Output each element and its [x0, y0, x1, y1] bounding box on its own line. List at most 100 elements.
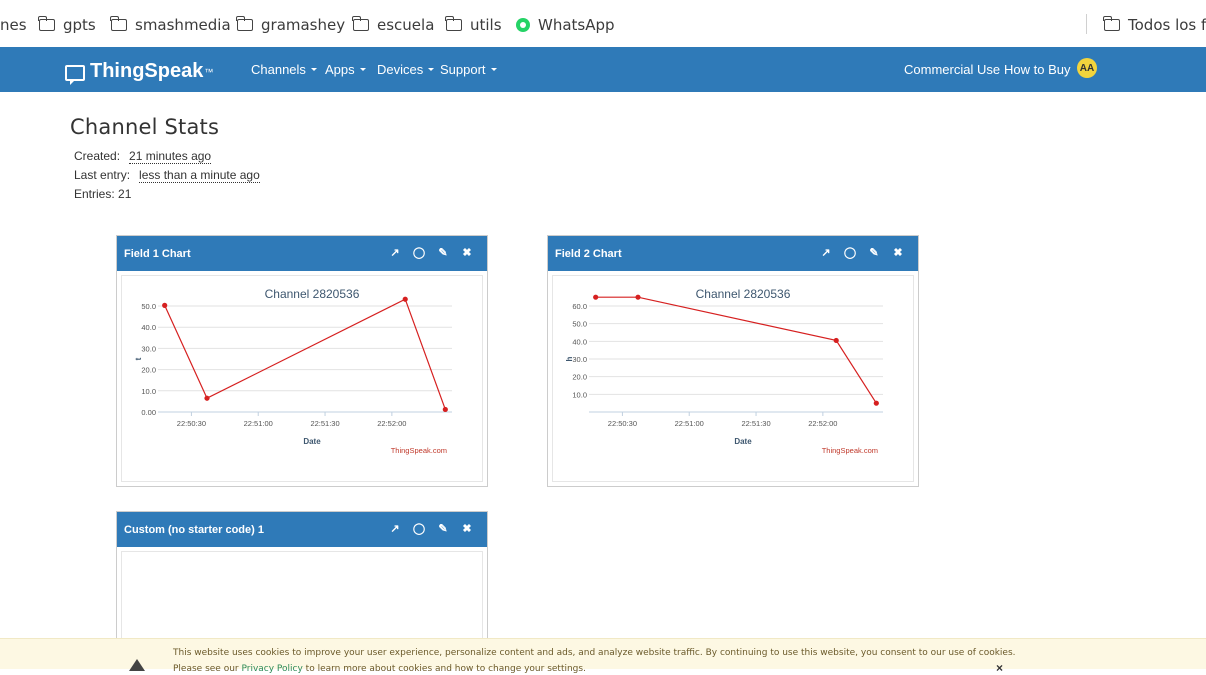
data-point [833, 337, 839, 344]
data-point [593, 294, 599, 300]
caret-down-icon [359, 68, 366, 72]
close-icon[interactable]: ✖ [461, 522, 473, 535]
y-tick-label: 20.0 [572, 373, 587, 382]
user-avatar[interactable]: AA [1077, 58, 1097, 78]
stat-last-entry: Last entry: less than a minute ago [74, 168, 260, 183]
y-tick-label: 30.0 [572, 355, 587, 364]
x-tick-label: 22:51:00 [675, 419, 704, 428]
external-link-icon[interactable]: ↗ [389, 522, 401, 535]
bookmark-gpts[interactable]: gpts [38, 15, 96, 35]
trademark-mark: ™ [204, 66, 214, 77]
chart-title: Channel 2820536 [265, 287, 360, 301]
nav-commercial-use[interactable]: Commercial Use [904, 62, 1000, 77]
folder-icon [352, 16, 369, 31]
bookmark-gramashey[interactable]: gramashey [236, 15, 346, 35]
panel-actions: ↗ ◯ ✎ ✖ [820, 246, 904, 259]
panel-header: Field 2 Chart ↗ ◯ ✎ ✖ [548, 236, 918, 271]
folder-icon [236, 16, 253, 31]
bookmark-label: smashmedia [135, 16, 231, 34]
comment-icon[interactable]: ◯ [413, 246, 425, 259]
nav-devices[interactable]: Devices [377, 62, 435, 77]
bookmark-label: escuela [377, 16, 435, 34]
caret-down-icon [490, 68, 497, 72]
folder-icon [38, 16, 55, 31]
data-point [873, 400, 879, 406]
bookmark-label: gramashey [261, 16, 346, 34]
x-axis-label: Date [303, 437, 321, 446]
privacy-policy-link[interactable]: Privacy Policy [241, 664, 302, 674]
cookie-text-before: Please see our [173, 664, 242, 674]
nav-apps-label: Apps [325, 62, 355, 77]
y-tick-label: 20.0 [141, 366, 156, 375]
chart-container: Channel 2820536 0.00 10.0 20.0 30.0 40.0 50.0 2… [121, 275, 483, 482]
bookmark-smashmedia[interactable]: smashmedia [110, 15, 231, 35]
pencil-icon[interactable]: ✎ [437, 246, 449, 259]
bookmark-cut[interactable]: nes [0, 15, 27, 35]
panel-header: Custom (no starter code) 1 ↗ ◯ ✎ ✖ [117, 512, 487, 547]
bookmark-escuela[interactable]: escuela [352, 15, 435, 35]
close-icon[interactable]: ✖ [892, 246, 904, 259]
caret-down-icon [428, 68, 435, 72]
stat-created: Created: 21 minutes ago [74, 149, 212, 164]
external-link-icon[interactable]: ↗ [389, 246, 401, 259]
stat-created-value: 21 minutes ago [129, 149, 212, 164]
pencil-icon[interactable]: ✎ [868, 246, 880, 259]
thingspeak-logo[interactable]: ThingSpeak ™ [65, 60, 214, 85]
whatsapp-icon [516, 18, 530, 32]
bookmark-cut-label: nes [0, 16, 27, 34]
nav-support[interactable]: Support [440, 62, 497, 77]
nav-how-to-buy[interactable]: How to Buy [1004, 62, 1070, 77]
cookie-banner: This website uses cookies to improve you… [0, 638, 1206, 675]
bookmark-whatsapp[interactable]: WhatsApp [516, 15, 615, 35]
field1-line-chart: Channel 2820536 0.00 10.0 20.0 30.0 40.0 50.0 2… [134, 287, 452, 455]
panel-title: Field 2 Chart [555, 247, 622, 260]
bookmark-utils[interactable]: utils [445, 15, 502, 35]
cookie-message-2: Please see our Privacy Policy to learn m… [173, 664, 586, 674]
pencil-icon[interactable]: ✎ [437, 522, 449, 535]
data-point [442, 406, 448, 413]
y-tick-label: 60.0 [572, 302, 587, 311]
field2-chart-panel: Field 2 Chart ↗ ◯ ✎ ✖ Channel 2820536 10.… [547, 235, 919, 487]
bookmark-label: WhatsApp [538, 16, 615, 34]
x-tick-label: 22:52:00 [377, 419, 406, 428]
cookie-text-after: to learn more about cookies and how to c… [302, 664, 586, 674]
data-point [402, 296, 408, 302]
y-tick-label: 50.0 [572, 320, 587, 329]
nav-apps[interactable]: Apps [325, 62, 366, 77]
comment-icon[interactable]: ◯ [844, 246, 856, 259]
x-tick-label: 22:51:00 [244, 419, 273, 428]
nav-support-label: Support [440, 62, 486, 77]
stat-last-entry-label: Last entry: [74, 168, 131, 182]
speech-bubble-icon [65, 64, 85, 85]
data-point [162, 302, 168, 308]
x-tick-label: 22:52:00 [808, 419, 837, 428]
nav-channels[interactable]: Channels [251, 62, 317, 77]
panel-actions: ↗ ◯ ✎ ✖ [389, 246, 473, 259]
y-tick-label: 30.0 [141, 344, 156, 353]
cookie-message: This website uses cookies to improve you… [173, 648, 1016, 658]
x-tick-label: 22:51:30 [741, 419, 770, 428]
nav-devices-label: Devices [377, 62, 424, 77]
x-tick-label: 22:51:30 [310, 419, 339, 428]
caret-down-icon [310, 68, 317, 72]
warning-icon [129, 659, 145, 671]
y-tick-label: 0.00 [141, 408, 156, 417]
data-point [204, 395, 210, 401]
cookie-close-button[interactable]: × [996, 661, 1003, 675]
bookmarks-bar: nes gpts smashmedia gramashey escuela ut… [0, 0, 1206, 46]
custom-content [121, 551, 483, 646]
stat-entries-label: Entries: 21 [74, 187, 132, 201]
y-tick-label: 50.0 [141, 302, 156, 311]
close-icon[interactable]: ✖ [461, 246, 473, 259]
bookmark-all-folders[interactable]: Todos los fa [1103, 15, 1206, 35]
top-navbar: ThingSpeak ™ Channels Apps Devices Suppor… [0, 47, 1206, 92]
field2-line-chart: Channel 2820536 10.0 20.0 30.0 40.0 50.0 60.0 2… [565, 287, 883, 455]
data-point [635, 294, 641, 300]
y-axis-label: h [565, 356, 574, 361]
chart-title: Channel 2820536 [696, 287, 791, 301]
brand-name: ThingSpeak [90, 60, 204, 82]
folder-icon [1103, 16, 1120, 31]
comment-icon[interactable]: ◯ [413, 522, 425, 535]
external-link-icon[interactable]: ↗ [820, 246, 832, 259]
series-line [595, 296, 877, 404]
